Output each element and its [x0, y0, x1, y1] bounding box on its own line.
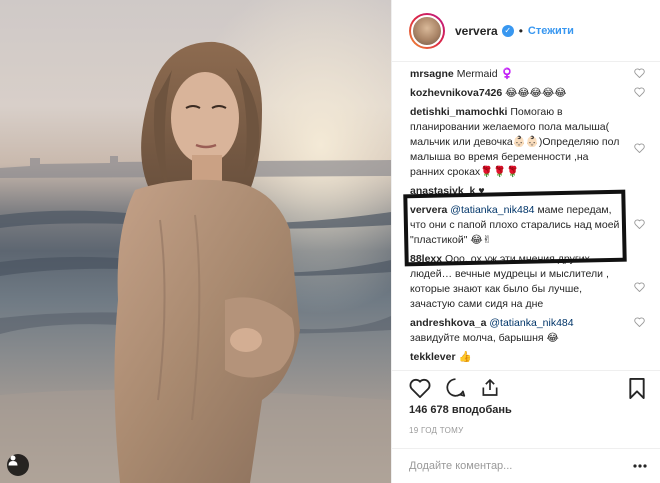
post-details-panel: ververa ✓ • Стежити mrsagne Mermaid ♀️ k… — [391, 0, 660, 483]
heart-outline-icon[interactable] — [634, 317, 645, 332]
heart-outline-icon[interactable] — [634, 143, 645, 158]
comment-username[interactable]: mrsagne — [410, 68, 454, 80]
comment-item: anastasiyk_k ♥ — [410, 184, 621, 199]
post-header: ververa ✓ • Стежити — [392, 0, 660, 62]
comment-text: Mermaid ♀️ — [456, 68, 514, 80]
verified-badge-icon: ✓ — [501, 24, 514, 37]
comment-item: detishki_mamochki Помогаю в планировании… — [410, 105, 645, 180]
comment-mention[interactable]: @tatianka_nik484 — [489, 317, 573, 329]
heart-outline-icon[interactable] — [634, 282, 645, 297]
heart-outline-icon[interactable] — [634, 68, 645, 83]
photo-scene — [0, 0, 391, 483]
heart-outline-icon[interactable] — [634, 87, 645, 102]
bookmark-icon — [629, 378, 645, 399]
comment-bubble-icon — [446, 378, 466, 397]
comment-username[interactable]: kozhevnikova7426 — [410, 87, 502, 99]
comment-username[interactable]: andreshkova_a — [410, 317, 486, 329]
like-button[interactable] — [409, 378, 431, 398]
bookmark-button[interactable] — [629, 378, 645, 404]
heart-outline-icon — [409, 378, 431, 398]
comment-item: kozhevnikova7426 😂😂😂😂😂 — [410, 86, 645, 101]
comment-input[interactable] — [409, 460, 633, 472]
follow-button[interactable]: Стежити — [528, 25, 574, 37]
comment-username[interactable]: detishki_mamochki — [410, 106, 507, 118]
share-icon — [482, 378, 498, 396]
comments-list[interactable]: mrsagne Mermaid ♀️ kozhevnikova7426 😂😂😂😂… — [392, 62, 660, 370]
comment-item: mrsagne Mermaid ♀️ — [410, 67, 645, 82]
action-bar — [392, 370, 660, 404]
comment-text: завидуйте молча, барышня 😂 — [410, 332, 559, 344]
post-photo[interactable] — [0, 0, 391, 483]
user-tag-icon[interactable] — [7, 454, 29, 476]
comment-text: ♥ — [478, 185, 485, 197]
comment-item: 88lexx Ооо, ох уж эти мнения других люде… — [410, 252, 645, 312]
avatar[interactable] — [409, 12, 445, 49]
likes-count[interactable]: 146 678 вподобань — [409, 404, 512, 416]
post-timestamp[interactable]: 19 ГОД ТОМУ — [409, 426, 464, 435]
author-username[interactable]: ververa — [455, 24, 498, 38]
comment-username[interactable]: ververa — [410, 204, 447, 216]
share-button[interactable] — [480, 377, 500, 398]
comment-item: andreshkova_a @tatianka_nik484 завидуйте… — [410, 316, 645, 346]
add-comment-bar — [392, 448, 660, 483]
comment-item-highlighted: ververa @tatianka_nik484 маме передам, ч… — [410, 203, 645, 248]
comment-item: tekklever 👍 — [410, 350, 621, 365]
comment-username[interactable]: 88lexx — [410, 253, 442, 265]
avatar-image — [411, 14, 443, 47]
separator-dot: • — [518, 23, 523, 38]
comment-text: 😂😂😂😂😂 — [505, 87, 567, 99]
comment-username[interactable]: anastasiyk_k — [410, 185, 475, 197]
comment-text: 👍 — [458, 351, 472, 363]
comment-mention[interactable]: @tatianka_nik484 — [450, 204, 534, 216]
comment-username[interactable]: tekklever — [410, 351, 456, 363]
heart-outline-icon[interactable] — [634, 219, 645, 234]
comment-button[interactable] — [445, 377, 466, 398]
more-dots-icon[interactable] — [633, 464, 647, 468]
